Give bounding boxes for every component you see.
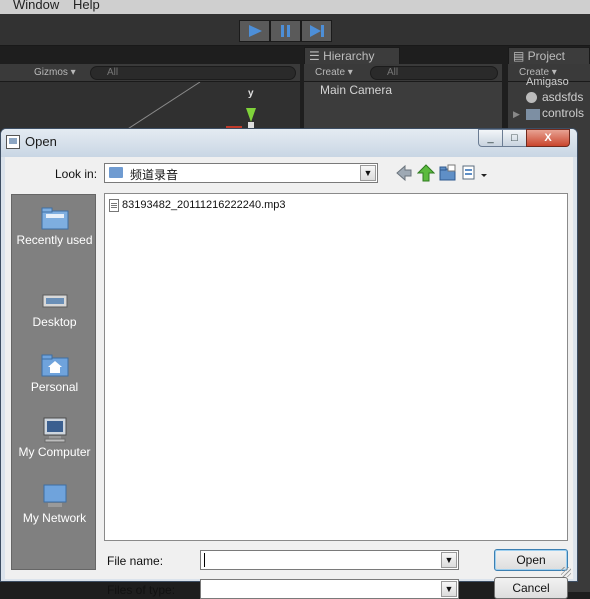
place-label: My Computer xyxy=(18,445,91,459)
hierarchy-item-main-camera[interactable]: Main Camera xyxy=(320,83,392,97)
hierarchy-tab-icon: ☰ xyxy=(309,49,324,63)
recent-folder-icon xyxy=(40,205,70,231)
look-in-label: Look in: xyxy=(55,167,98,181)
scene-search-input[interactable]: All xyxy=(90,66,296,80)
dialog-app-icon xyxy=(6,135,20,149)
file-list-item[interactable]: 83193482_20111216222240.mp3 xyxy=(109,198,286,212)
new-folder-icon xyxy=(439,164,456,181)
computer-icon xyxy=(40,417,70,443)
panel-edge xyxy=(578,140,590,592)
menu-help[interactable]: Help xyxy=(73,0,100,12)
place-label: Personal xyxy=(30,380,79,394)
files-of-type-select[interactable]: ▼ xyxy=(200,579,459,599)
place-my-computer[interactable]: My Computer xyxy=(12,417,97,459)
gizmos-dropdown[interactable]: Gizmos ▾ xyxy=(34,67,76,78)
chevron-down-icon[interactable]: ▼ xyxy=(360,165,376,181)
cancel-button[interactable]: Cancel xyxy=(494,577,568,599)
place-label: My Network xyxy=(22,511,87,525)
project-item[interactable]: asdsfds xyxy=(542,90,583,104)
place-recently-used[interactable]: Recently used xyxy=(12,205,97,247)
step-button[interactable] xyxy=(301,20,332,42)
place-personal[interactable]: Personal xyxy=(12,352,97,394)
dialog-client: Look in: 频道录音 ▼ Recently used Desktop Pe… xyxy=(5,157,573,599)
files-of-type-label: Files of type: xyxy=(107,583,176,597)
place-my-network[interactable]: My Network xyxy=(12,483,97,525)
hierarchy-create-label: Create xyxy=(315,67,346,78)
chevron-down-icon[interactable]: ▼ xyxy=(441,581,457,597)
gizmos-label: Gizmos xyxy=(34,67,68,78)
file-name-input[interactable]: ▼ xyxy=(200,550,459,570)
hierarchy-create-dropdown[interactable]: Create ▾ xyxy=(315,67,353,78)
file-icon xyxy=(109,198,119,212)
tab-project[interactable]: ▤ Project xyxy=(508,47,590,65)
scene-toolbar: Gizmos ▾ All xyxy=(0,64,300,82)
new-folder-button[interactable] xyxy=(439,164,457,182)
up-arrow-icon xyxy=(416,164,436,182)
project-tab-label: Project xyxy=(527,49,566,63)
navigation-toolbar xyxy=(395,164,489,182)
menu-bar: Window Help xyxy=(0,0,590,14)
hierarchy-tab-label: Hierarchy xyxy=(323,49,375,63)
minimize-button[interactable]: _ xyxy=(478,129,503,147)
menu-window[interactable]: Window xyxy=(13,0,59,12)
back-button[interactable] xyxy=(395,164,413,182)
pause-icon xyxy=(280,25,290,37)
view-menu-button[interactable] xyxy=(461,164,489,182)
close-button[interactable]: X xyxy=(526,129,570,147)
unity-asset-icon xyxy=(526,92,537,103)
look-in-dropdown[interactable]: 频道录音 ▼ xyxy=(104,163,378,183)
dialog-titlebar[interactable]: Open _ □ X xyxy=(1,129,577,157)
unity-toolbar xyxy=(0,14,590,46)
gizmo-y-arrow xyxy=(246,108,256,122)
play-button[interactable] xyxy=(239,20,270,42)
up-folder-button[interactable] xyxy=(416,164,436,182)
playback-controls xyxy=(239,20,332,42)
resize-grip[interactable] xyxy=(561,567,571,577)
maximize-button[interactable]: □ xyxy=(502,129,527,147)
place-label: Recently used xyxy=(16,233,93,247)
project-tab-icon: ▤ xyxy=(513,49,528,63)
network-icon xyxy=(40,483,70,509)
expand-arrow-icon: ▶ xyxy=(513,109,520,119)
desktop-icon xyxy=(40,287,70,313)
hierarchy-toolbar: Create ▾ All xyxy=(304,64,502,82)
dialog-title: Open xyxy=(25,134,57,149)
file-name: 83193482_20111216222240.mp3 xyxy=(122,199,286,211)
open-button[interactable]: Open xyxy=(494,549,568,571)
gizmo-y-label: y xyxy=(248,88,254,99)
open-dialog: Open _ □ X Look in: 频道录音 ▼ Recently used… xyxy=(0,128,578,599)
project-item[interactable]: Amigaso xyxy=(526,76,569,88)
file-list[interactable]: 83193482_20111216222240.mp3 xyxy=(104,193,568,541)
step-icon xyxy=(309,25,324,37)
place-desktop[interactable]: Desktop xyxy=(12,287,97,329)
folder-icon xyxy=(109,167,123,178)
chevron-down-icon[interactable]: ▼ xyxy=(441,552,457,568)
project-item[interactable]: controls xyxy=(542,106,584,120)
pause-button[interactable] xyxy=(270,20,301,42)
tab-hierarchy[interactable]: ☰ Hierarchy xyxy=(304,47,400,65)
back-arrow-icon xyxy=(396,164,412,182)
hierarchy-search-input[interactable]: All xyxy=(370,66,498,80)
place-label: Desktop xyxy=(32,315,77,329)
text-cursor xyxy=(204,553,205,567)
look-in-value: 频道录音 xyxy=(130,168,179,182)
personal-folder-icon xyxy=(40,352,70,378)
file-name-label: File name: xyxy=(107,554,164,568)
folder-icon xyxy=(526,109,540,120)
places-bar: Recently used Desktop Personal My Comput… xyxy=(11,194,96,570)
play-icon xyxy=(248,25,262,37)
view-menu-icon xyxy=(462,165,487,180)
